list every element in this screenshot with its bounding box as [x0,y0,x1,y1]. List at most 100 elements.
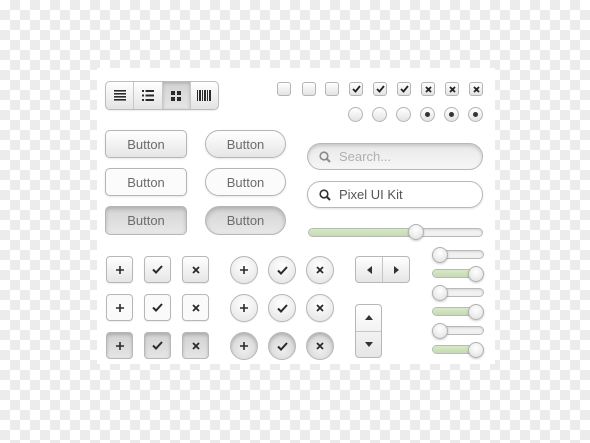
check-button-flat[interactable] [144,294,171,321]
checkbox-crossed-1[interactable] [421,82,435,96]
view-barcode-button[interactable] [191,82,218,109]
checkbox-checked-3[interactable] [397,82,411,96]
mini-slider[interactable] [432,266,484,282]
plus-icon [240,304,248,312]
bullet-list-icon [141,90,154,101]
checkbox-unchecked-2[interactable] [302,82,316,96]
cross-circle-button-pressed[interactable] [306,332,334,360]
vertical-arrow-stepper[interactable] [355,304,382,358]
mini-slider[interactable] [432,342,484,358]
slider-fill [309,229,418,236]
search-icon [319,150,331,163]
rect-button-pressed[interactable]: Button [105,206,187,235]
radio-dot [473,112,478,117]
left-arrow-icon [366,265,372,274]
mini-slider-group [432,247,484,361]
radio-off-2[interactable] [372,107,387,122]
mini-slider[interactable] [432,304,484,320]
search-placeholder: Search... [339,149,392,164]
radio-off-3[interactable] [396,107,411,122]
plus-circle-button-flat[interactable] [230,294,258,322]
view-grid-button[interactable] [162,82,191,109]
mini-slider[interactable] [432,247,484,263]
main-slider[interactable] [308,224,483,242]
radio-on-3[interactable] [468,107,483,122]
view-bullet-list-button[interactable] [134,82,163,109]
plus-icon [240,266,248,274]
check-circle-button-pressed[interactable] [268,332,296,360]
grid-icon [171,90,182,101]
cross-icon [472,85,480,93]
cross-icon [316,266,324,274]
rect-button[interactable]: Button [105,130,187,158]
cross-icon [316,304,324,312]
mini-slider[interactable] [432,285,484,301]
radio-on-1[interactable] [420,107,435,122]
pill-button[interactable]: Button [205,130,286,158]
search-input-filled[interactable]: Pixel UI Kit [307,181,483,208]
checkbox-crossed-2[interactable] [445,82,459,96]
check-icon [152,303,163,312]
plus-circle-button-pressed[interactable] [230,332,258,360]
cross-icon [316,342,324,350]
check-icon [276,341,288,351]
check-circle-button-flat[interactable] [268,294,296,322]
horizontal-arrow-stepper[interactable] [355,256,410,283]
mini-slider-knob[interactable] [468,266,484,282]
plus-icon [240,342,248,350]
mini-slider-knob[interactable] [432,247,448,263]
checkbox-unchecked-1[interactable] [277,82,291,96]
left-arrow-button[interactable] [356,257,383,282]
search-icon [319,188,331,201]
radio-on-2[interactable] [444,107,459,122]
rect-button-flat[interactable]: Button [105,168,187,196]
cross-button[interactable] [182,256,209,283]
cross-button-flat[interactable] [182,294,209,321]
cross-circle-button[interactable] [306,256,334,284]
check-button[interactable] [144,256,171,283]
radio-off-1[interactable] [348,107,363,122]
cross-icon [191,341,200,350]
view-detail-list-button[interactable] [106,82,135,109]
mini-slider-knob[interactable] [468,342,484,358]
cross-icon [191,265,200,274]
plus-button-pressed[interactable] [106,332,133,359]
plus-icon [115,303,124,312]
check-icon [276,303,288,313]
checkbox-crossed-3[interactable] [469,82,483,96]
cross-icon [191,303,200,312]
plus-circle-button[interactable] [230,256,258,284]
cross-circle-button-flat[interactable] [306,294,334,322]
check-button-pressed[interactable] [144,332,171,359]
mini-slider-knob[interactable] [432,323,448,339]
mini-slider[interactable] [432,323,484,339]
check-icon [375,85,385,93]
up-arrow-icon [364,315,373,321]
up-arrow-button[interactable] [356,305,381,332]
mini-slider-knob[interactable] [468,304,484,320]
check-icon [399,85,409,93]
pill-button-flat[interactable]: Button [205,168,286,196]
check-circle-button[interactable] [268,256,296,284]
right-arrow-button[interactable] [383,257,409,282]
pill-button-pressed[interactable]: Button [205,206,286,235]
down-arrow-icon [364,341,373,347]
mini-slider-knob[interactable] [432,285,448,301]
plus-icon [115,341,124,350]
checkbox-checked-1[interactable] [349,82,363,96]
view-switcher[interactable] [105,81,219,110]
check-icon [152,341,163,350]
radio-dot [449,112,454,117]
checkbox-checked-2[interactable] [373,82,387,96]
checkbox-unchecked-3[interactable] [325,82,339,96]
slider-knob[interactable] [408,224,424,240]
search-input-empty[interactable]: Search... [307,143,483,170]
right-arrow-icon [393,265,399,274]
barcode-icon [197,90,212,101]
down-arrow-button[interactable] [356,332,381,358]
check-icon [152,265,163,274]
radio-dot [425,112,430,117]
plus-button-flat[interactable] [106,294,133,321]
cross-button-pressed[interactable] [182,332,209,359]
plus-button[interactable] [106,256,133,283]
